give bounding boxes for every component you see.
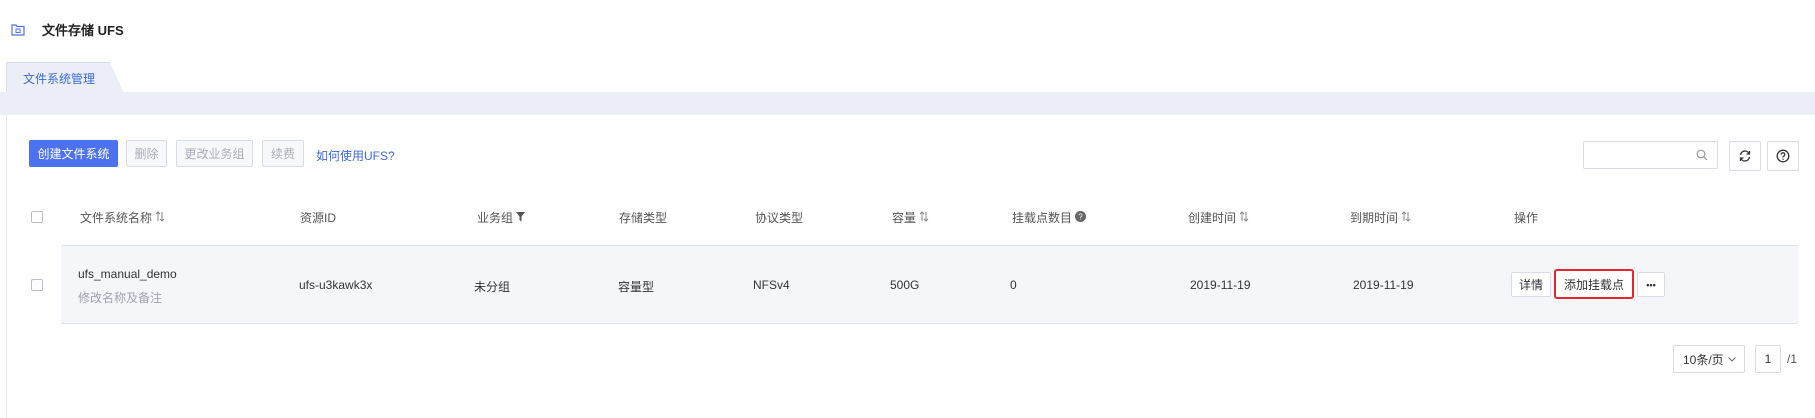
created-value: 2019-11-19 [1190, 278, 1251, 292]
page-total: /1 [1787, 352, 1798, 366]
column-header-mount-count: 挂载点数目 ? [1012, 209, 1087, 226]
create-file-system-button[interactable]: 创建文件系统 [29, 140, 118, 167]
column-header-actions: 操作 [1514, 211, 1539, 225]
svg-text:?: ? [1079, 213, 1084, 222]
column-header-storage-type: 存储类型 [619, 211, 668, 225]
column-header-group[interactable]: 业务组 [477, 209, 526, 226]
select-all-checkbox[interactable] [31, 211, 43, 223]
page-title: 文件存储 UFS [42, 23, 124, 38]
storage-type-value: 容量型 [618, 280, 655, 294]
renew-button[interactable]: 续费 [262, 140, 304, 167]
sort-icon [156, 211, 165, 222]
more-actions-button[interactable]: ••• [1637, 272, 1665, 297]
help-icon [1776, 149, 1790, 163]
file-system-name: ufs_manual_demo [78, 267, 177, 281]
change-group-button[interactable]: 更改业务组 [176, 140, 253, 167]
tab-strip: 文件系统管理 [0, 62, 1815, 93]
expires-value: 2019-11-19 [1353, 278, 1414, 292]
row-checkbox[interactable] [31, 279, 43, 291]
group-value: 未分组 [474, 280, 511, 294]
page-number-input[interactable]: 1 [1755, 345, 1781, 373]
detail-button[interactable]: 详情 [1511, 272, 1551, 297]
top-bar: 文件存储 UFS [0, 0, 1815, 62]
tab-file-system-management[interactable]: 文件系统管理 [6, 62, 124, 93]
refresh-button[interactable] [1729, 141, 1761, 171]
column-header-capacity[interactable]: 容量 [892, 209, 929, 226]
chevron-down-icon [1728, 357, 1736, 362]
column-header-resource-id: 资源ID [300, 211, 337, 225]
column-header-created[interactable]: 创建时间 [1188, 209, 1249, 226]
page-size-select[interactable]: 10条/页 [1673, 345, 1745, 373]
help-button[interactable] [1767, 141, 1799, 171]
search-input[interactable] [1583, 141, 1718, 169]
edit-name-link[interactable]: 修改名称及备注 [78, 289, 162, 306]
capacity-value: 500G [890, 278, 920, 292]
column-header-name[interactable]: 文件系统名称 [80, 209, 165, 226]
sort-icon [920, 211, 929, 222]
content-band [0, 92, 1815, 115]
column-header-expires[interactable]: 到期时间 [1350, 209, 1411, 226]
tab-label: 文件系统管理 [23, 72, 96, 86]
delete-button[interactable]: 删除 [126, 140, 167, 167]
mount-count-value: 0 [1010, 278, 1017, 292]
add-mount-point-button[interactable]: 添加挂载点 [1554, 269, 1634, 299]
protocol-value: NFSv4 [753, 278, 790, 292]
column-header-protocol: 协议类型 [755, 211, 804, 225]
search-icon [1696, 149, 1708, 161]
resource-id: ufs-u3kawk3x [299, 278, 373, 292]
sort-icon [1402, 211, 1411, 222]
help-link[interactable]: 如何使用UFS? [316, 147, 395, 164]
refresh-icon [1739, 150, 1751, 162]
storage-icon [11, 24, 25, 36]
sort-icon [1240, 211, 1249, 222]
filter-icon [516, 212, 526, 222]
question-icon[interactable]: ? [1075, 211, 1087, 222]
